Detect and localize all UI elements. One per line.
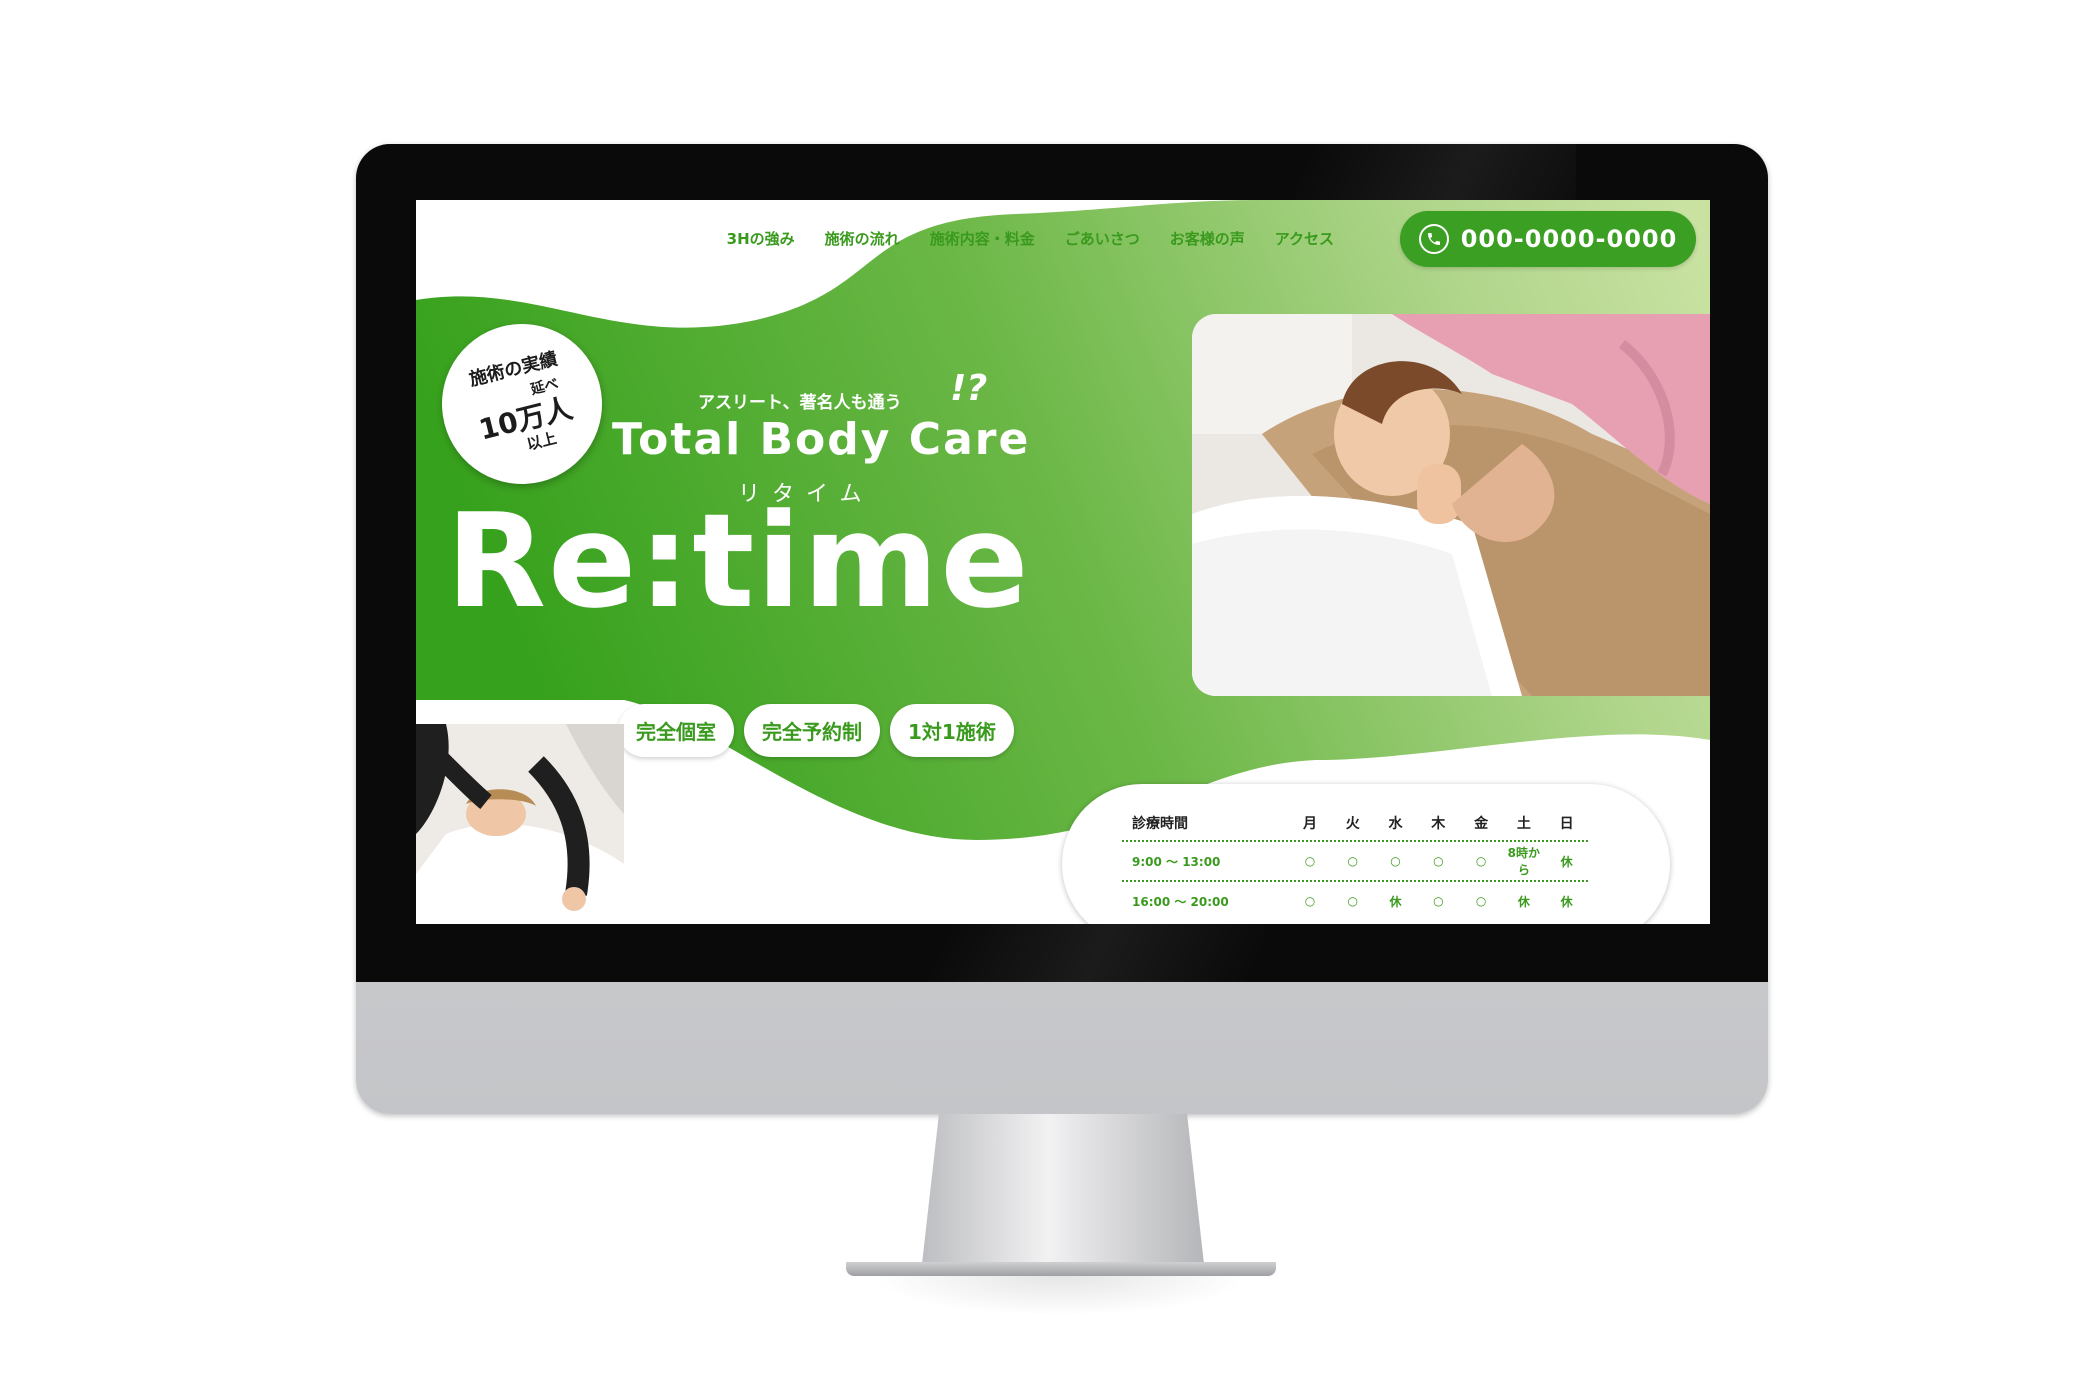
schedule-header: 診療時間 月 火 水 木 金 土 日 xyxy=(1122,806,1588,840)
schedule-time: 9:00 〜 13:00 xyxy=(1132,854,1221,869)
schedule-time: 16:00 〜 20:00 xyxy=(1132,894,1229,909)
nav-item-access[interactable]: アクセス xyxy=(1275,228,1334,249)
schedule-cell: 休 xyxy=(1517,894,1530,909)
main-nav: 3Hの強み 施術の流れ 施術内容・料金 ごあいさつ お客様の声 アクセス xyxy=(727,228,1334,249)
pill-one-on-one: 1対1施術 xyxy=(890,704,1014,757)
schedule-cell: ○ xyxy=(1475,894,1487,908)
schedule-cell: ○ xyxy=(1475,854,1487,868)
schedule-cell: ○ xyxy=(1304,894,1316,908)
schedule-header-mon: 月 xyxy=(1303,816,1317,832)
website-screen: 3Hの強み 施術の流れ 施術内容・料金 ごあいさつ お客様の声 アクセス 000… xyxy=(416,200,1710,924)
schedule-header-label: 診療時間 xyxy=(1132,816,1188,832)
hero-tagline-mark: !? xyxy=(950,368,988,409)
schedule-cell: 8時から xyxy=(1507,846,1541,877)
monitor-stand-base xyxy=(846,1262,1276,1276)
schedule-cell: ○ xyxy=(1433,854,1444,868)
schedule-cell: ○ xyxy=(1304,854,1316,868)
schedule-header-thu: 木 xyxy=(1431,816,1446,832)
pill-reservation-only: 完全予約制 xyxy=(744,704,880,757)
schedule-cell: ○ xyxy=(1347,854,1359,868)
nav-item-greeting[interactable]: ごあいさつ xyxy=(1065,228,1140,249)
schedule-header-fri: 金 xyxy=(1474,816,1489,832)
opening-hours-table: 診療時間 月 火 水 木 金 土 日 9:00 〜 13:00 ○ ○ ○ ○ … xyxy=(1062,784,1670,924)
secondary-photo xyxy=(416,724,624,924)
schedule-cell: ○ xyxy=(1390,854,1401,868)
schedule-row-morning: 9:00 〜 13:00 ○ ○ ○ ○ ○ 8時から 休 xyxy=(1122,840,1588,880)
hero-subtitle: Total Body Care xyxy=(612,414,1031,465)
schedule-header-sat: 土 xyxy=(1516,816,1531,832)
schedule-header-wed: 水 xyxy=(1388,816,1403,832)
nav-item-menu-price[interactable]: 施術内容・料金 xyxy=(930,228,1035,249)
nav-item-flow[interactable]: 施術の流れ xyxy=(825,228,900,249)
hero-photo-massage xyxy=(1192,314,1710,696)
stand-shadow xyxy=(870,1276,1250,1316)
hero-tagline: アスリート、著名人も通う xyxy=(698,393,902,413)
nav-item-strengths[interactable]: 3Hの強み xyxy=(727,228,795,249)
pill-private-room: 完全個室 xyxy=(618,704,734,757)
schedule-cell: 休 xyxy=(1389,894,1402,909)
feature-pills: 完全個室 完全予約制 1対1施術 xyxy=(618,704,1014,757)
schedule-cell: ○ xyxy=(1347,894,1359,908)
phone-number: 000-0000-0000 xyxy=(1460,225,1678,253)
schedule-header-sun: 日 xyxy=(1559,816,1574,832)
schedule-cell: 休 xyxy=(1560,894,1573,909)
schedule-cell: 休 xyxy=(1560,854,1573,869)
schedule-header-tue: 火 xyxy=(1345,816,1360,832)
monitor-stand xyxy=(922,1114,1204,1264)
nav-item-voices[interactable]: お客様の声 xyxy=(1170,228,1245,249)
schedule-cell: ○ xyxy=(1433,894,1444,908)
hero-logo: Re:time xyxy=(446,485,1031,637)
schedule-row-evening: 16:00 〜 20:00 ○ ○ 休 ○ ○ 休 休 xyxy=(1122,880,1588,920)
phone-icon xyxy=(1418,224,1449,254)
phone-button[interactable]: 000-0000-0000 xyxy=(1400,211,1696,267)
